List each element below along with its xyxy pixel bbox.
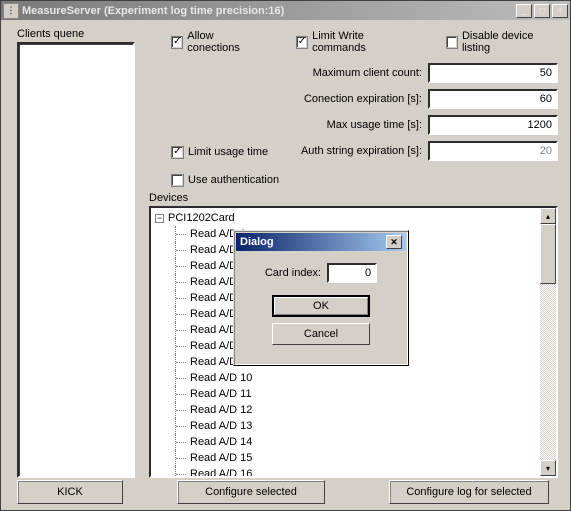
checkbox-icon: ✓ xyxy=(296,36,308,49)
close-button[interactable]: ✕ xyxy=(552,4,568,18)
allow-connections-checkbox[interactable]: ✓ Allow conections xyxy=(171,30,264,54)
dialog-title: Dialog xyxy=(240,236,386,248)
tree-item[interactable]: Read A/D 13 xyxy=(169,418,538,434)
disable-listing-checkbox[interactable]: Disable device listing xyxy=(446,30,558,54)
tree-item[interactable]: Read A/D 15 xyxy=(169,450,538,466)
auth-expiration-input xyxy=(428,141,558,161)
scroll-thumb[interactable] xyxy=(540,224,556,284)
connection-expiration-input[interactable] xyxy=(428,89,558,109)
collapse-icon[interactable]: − xyxy=(155,214,164,223)
max-client-count-label: Maximum client count: xyxy=(313,67,428,79)
dialog-titlebar[interactable]: Dialog ✕ xyxy=(236,233,406,251)
minimize-button[interactable]: _ xyxy=(516,4,532,18)
max-usage-time-label: Max usage time [s]: xyxy=(327,119,428,131)
dialog-close-button[interactable]: ✕ xyxy=(386,235,402,249)
main-window: ⋮ MeasureServer (Experiment log time pre… xyxy=(0,0,571,511)
checkbox-icon: ✓ xyxy=(171,146,184,159)
configure-log-button[interactable]: Configure log for selected xyxy=(389,480,549,504)
devices-label: Devices xyxy=(149,192,188,204)
max-client-count-input[interactable] xyxy=(428,63,558,83)
configure-selected-button[interactable]: Configure selected xyxy=(177,480,325,504)
connection-expiration-label: Conection expiration [s]: xyxy=(304,93,428,105)
limit-write-checkbox[interactable]: ✓ Limit Write commands xyxy=(296,30,414,54)
tree-item[interactable]: Read A/D 12 xyxy=(169,402,538,418)
max-usage-time-input[interactable] xyxy=(428,115,558,135)
card-index-dialog: Dialog ✕ Card index: OK Cancel xyxy=(233,230,409,366)
auth-expiration-label: Auth string expiration [s]: xyxy=(301,145,428,157)
tree-item[interactable]: Read A/D 16 xyxy=(169,466,538,476)
titlebar: ⋮ MeasureServer (Experiment log time pre… xyxy=(1,1,570,20)
tree-item[interactable]: Read A/D 11 xyxy=(169,386,538,402)
clients-queue-label: Clients quene xyxy=(17,28,84,40)
limit-usage-checkbox[interactable]: ✓ Limit usage time xyxy=(171,138,279,166)
dialog-ok-button[interactable]: OK xyxy=(272,295,370,317)
scroll-down-icon[interactable]: ▾ xyxy=(540,460,556,476)
tree-item[interactable]: Read A/D 10 xyxy=(169,370,538,386)
card-index-label: Card index: xyxy=(265,267,321,279)
scroll-up-icon[interactable]: ▴ xyxy=(540,208,556,224)
tree-root-node[interactable]: − PCI1202Card xyxy=(153,210,538,226)
card-index-input[interactable] xyxy=(327,263,377,283)
kick-button[interactable]: KICK xyxy=(17,480,123,504)
checkbox-icon xyxy=(171,174,184,187)
checkbox-icon xyxy=(446,36,458,49)
tree-item[interactable]: Read A/D 14 xyxy=(169,434,538,450)
use-auth-checkbox[interactable]: Use authentication xyxy=(171,166,279,194)
window-title: MeasureServer (Experiment log time preci… xyxy=(22,5,514,17)
app-icon: ⋮ xyxy=(3,3,19,19)
tree-scrollbar[interactable]: ▴ ▾ xyxy=(540,208,556,476)
maximize-button[interactable]: □ xyxy=(534,4,550,18)
dialog-cancel-button[interactable]: Cancel xyxy=(272,323,370,345)
checkbox-icon: ✓ xyxy=(171,36,183,49)
clients-queue-list[interactable] xyxy=(17,42,135,478)
